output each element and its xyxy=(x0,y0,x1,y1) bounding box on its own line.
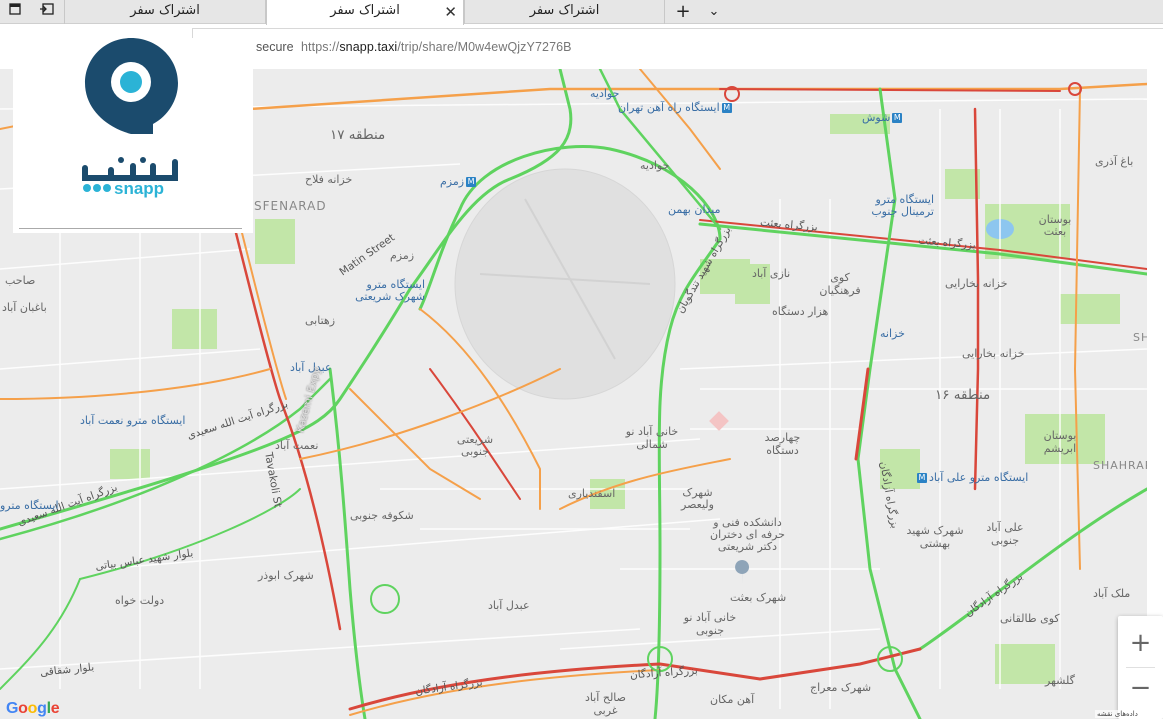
map-label-saheb: صاحب xyxy=(5,274,36,287)
set-aside-tabs-icon-glyph xyxy=(40,3,54,15)
map-label-javadieh2: جوادیه xyxy=(640,159,670,172)
tab-label: اشتراک سفر xyxy=(529,3,600,18)
map-label-shahrar: SHAHRAR xyxy=(1093,459,1147,472)
metro-icon: M xyxy=(721,103,732,113)
metro-nemat-abad: ایستگاه مترو نعمت آباد xyxy=(80,414,186,427)
map-label-chaharsad-dastgah: چهارصد دستگاه xyxy=(764,431,801,457)
url-path: /trip/share/M0w4ewQjzY7276B xyxy=(397,40,572,54)
map-label-shahrak-besat: شهرک بعثت xyxy=(730,591,787,604)
metro-khazaneh: خزانه xyxy=(880,327,905,340)
tab-trip-share-1[interactable]: اشتراک سفر xyxy=(64,0,266,24)
map-label-zamzam2: زمزم xyxy=(390,249,415,262)
map-label-region16: منطقه ۱۶ xyxy=(935,387,991,403)
tab-actions-icon-glyph xyxy=(9,3,21,15)
google-logo-o2: o xyxy=(27,700,38,717)
map-label-dolat-khah: دولت خواه xyxy=(115,594,165,607)
map-label-bagh-azari: باغ آذری xyxy=(1095,155,1134,168)
url-scheme: https:// xyxy=(301,40,340,54)
map-label-khazaneh-falah: خزانه فلاح xyxy=(305,173,353,186)
map-label-nazi-abad: نازی آباد xyxy=(752,267,791,280)
map-label-bustan-abrisham: بوستان ابریشم xyxy=(1043,429,1077,455)
map-label-zahtabi: زهتابی xyxy=(305,314,336,327)
tab-label: اشتراک سفر xyxy=(130,3,200,18)
map-label-javadieh: جوادیه xyxy=(590,87,620,100)
map-label-valiasr-town: شهرک ولیعصر xyxy=(681,486,714,511)
map-label-mellak-abad: ملک آباد xyxy=(1093,587,1131,600)
metro-meydan-bahman: میدان بهمن xyxy=(668,203,721,216)
map-label-sh: SH xyxy=(1133,331,1147,344)
snapp-persian-wordmark xyxy=(82,159,178,181)
google-logo[interactable]: Google xyxy=(6,700,60,718)
set-aside-tabs-icon[interactable] xyxy=(34,2,60,22)
map-label-khazaneh-bokharaei: خزانه بخارایی xyxy=(945,277,1008,290)
browser-tab-bar: اشتراک سفر اشتراک سفر ✕ اشتراک سفر + ⌄ xyxy=(0,0,1163,25)
url-field[interactable]: https://snapp.taxi/trip/share/M0w4ewQjzY… xyxy=(301,40,572,54)
metro-rah-ahan: ایستگاه راه آهن تهران M xyxy=(618,101,734,114)
map-label-golshahr: گلشهر xyxy=(1045,674,1075,687)
tab-trip-share-active[interactable]: اشتراک سفر ✕ xyxy=(266,0,464,25)
zoom-in-button[interactable]: + xyxy=(1118,621,1163,665)
map-label-abouzar-town: شهرک ابوذر xyxy=(258,569,314,582)
secure-label: secure xyxy=(256,40,294,54)
map-attribution[interactable]: داده‌های نقشه xyxy=(1095,710,1140,718)
metro-zamzam-text: زمزم xyxy=(440,175,465,188)
zoom-out-button[interactable]: − xyxy=(1118,668,1163,712)
metro-rah-ahan-text: ایستگاه راه آهن تهران xyxy=(618,101,720,114)
google-logo-g2: g xyxy=(37,700,47,717)
map-label-sfenarad: SFENARAD xyxy=(254,199,327,213)
map-label-shahrak-meraj: شهرک معراج xyxy=(810,681,872,694)
address-bar[interactable]: secure https://snapp.taxi/trip/share/M0w… xyxy=(192,28,1163,66)
google-logo-g: G xyxy=(6,700,19,717)
new-tab-button[interactable]: + xyxy=(670,2,696,22)
metro-icon: M xyxy=(892,113,903,123)
url-domain: snapp.taxi xyxy=(339,40,398,54)
snapp-latin-wordmark: snapp xyxy=(114,179,164,198)
metro-terminal-jonoub: ایستگاه مترو ترمینال جنوب xyxy=(871,193,934,218)
map-label-saleh-abad: صالح آباد غربی xyxy=(584,691,626,717)
metro-icon: M xyxy=(917,473,927,483)
google-logo-o1: o xyxy=(18,700,28,717)
tab-label: اشتراک سفر xyxy=(330,3,400,18)
tab-list-chevron-icon[interactable]: ⌄ xyxy=(701,2,727,22)
map-label-khani-abad-jonoubi: خانی آباد نو جنوبی xyxy=(683,611,737,637)
zoom-controls: + − xyxy=(1118,616,1163,719)
google-logo-e: e xyxy=(50,700,60,717)
map-label-khani-abad-shomali: خانی آباد نو شمالی xyxy=(625,425,679,451)
map-label-khazaneh-bokharaei-2: خزانه بخارایی xyxy=(962,347,1025,360)
metro-zamzam: زمزم M xyxy=(440,175,478,188)
metro-ali-abad: M ایستگاه مترو علی آباد xyxy=(915,471,1028,484)
metro-shahrak-shariati: ایستگاه مترو شهرک شریعتی xyxy=(355,278,425,303)
logo-divider xyxy=(19,228,242,229)
map-label-baghban-abad: باغبان آباد xyxy=(2,301,47,314)
map-label-shokufeh-jonoubi: شکوفه جنوبی xyxy=(350,509,414,522)
map-label-abdol-abad: عبدل آباد xyxy=(488,599,530,612)
metro-ali-abad-text: ایستگاه مترو علی آباد xyxy=(929,471,1029,484)
map-label-kooy-taleghani: کوی طالقانی xyxy=(1000,612,1060,625)
metro-station-left: ایستگاه مترو xyxy=(0,499,59,512)
map-label-shahrak-shahid-behshti: شهرک شهید بهشتی xyxy=(906,524,964,550)
map-label-esfandiari: اسفندیاری xyxy=(568,487,616,500)
map-label-kooy-farhangian: کوی فرهنگیان xyxy=(819,271,861,297)
snapp-logo-panel: snapp xyxy=(13,38,253,233)
map-label-hezar-dastgah: هزار دستگاه xyxy=(772,305,829,318)
map-label-ahan-makan: آهن مکان xyxy=(710,693,755,706)
tab-actions-icon[interactable] xyxy=(2,2,28,22)
map-label-daneshkadeh: دانشکده فنی و حرفه ای دختران دکتر شریعتی xyxy=(710,516,785,553)
map-label-bustan-besat: بوستان بعثت xyxy=(1038,213,1072,238)
map-label-nemat-abad: نعمت آباد xyxy=(275,439,319,452)
metro-icon: M xyxy=(466,177,477,187)
snapp-logo: snapp xyxy=(82,38,178,198)
close-tab-icon[interactable]: ✕ xyxy=(444,1,457,23)
metro-shoush-text: شوش xyxy=(862,111,891,124)
map-label-region17: منطقه ۱۷ xyxy=(330,127,386,143)
map-label-ali-abad-jonoubi: علی آباد جنوبی xyxy=(986,521,1024,547)
metro-shoush: شوش M xyxy=(862,111,904,124)
map-label-shariati-jonoubi: شریعتی جنوبی xyxy=(456,433,494,458)
tab-trip-share-3[interactable]: اشتراک سفر xyxy=(464,0,665,24)
